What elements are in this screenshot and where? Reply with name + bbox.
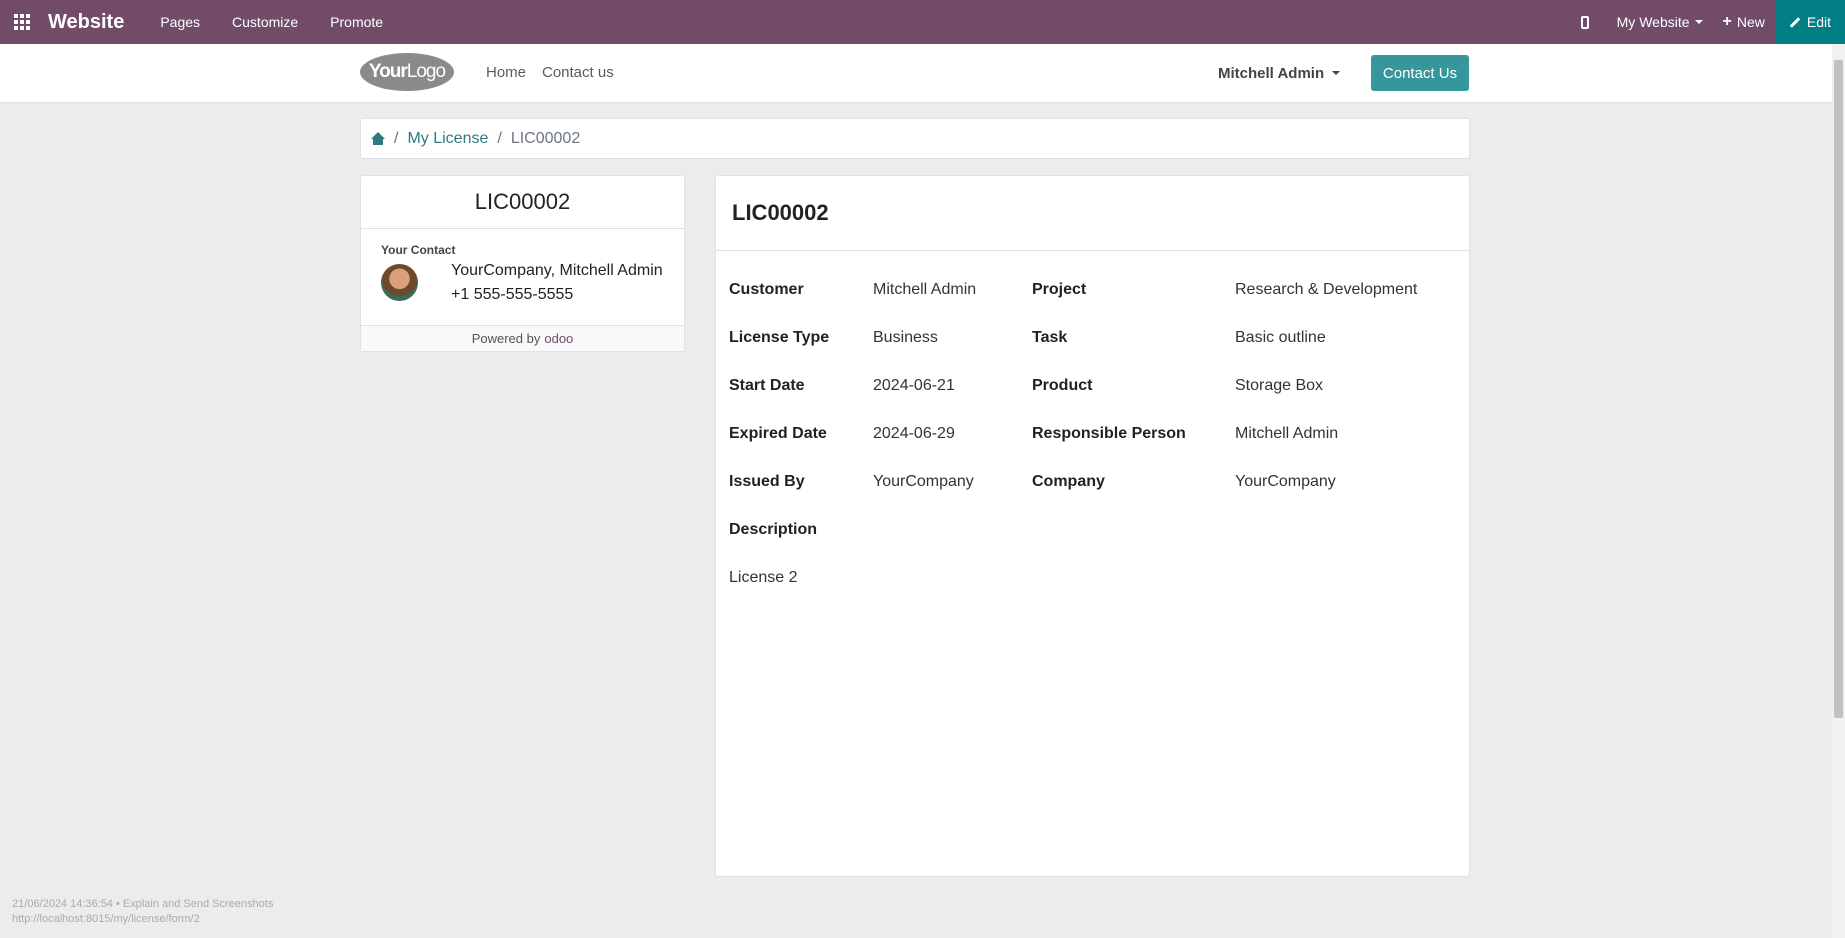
plus-icon: + (1722, 13, 1732, 30)
issued-by-value: YourCompany (873, 473, 974, 490)
odoo-logo[interactable]: odoo (544, 331, 573, 346)
expired-date-value: 2024-06-29 (873, 425, 955, 442)
chevron-down-icon (1694, 20, 1703, 24)
customer-value: Mitchell Admin (873, 281, 977, 298)
site-header: Your Logo Home Contact us Mitchell Admin … (0, 44, 1832, 102)
page-url: http://localhost:8015/my/license/form/2 (12, 913, 200, 925)
responsible-person-value: Mitchell Admin (1235, 425, 1339, 442)
contact-section: Your Contact YourCompany, Mitchell Admin… (361, 229, 684, 325)
product-value: Storage Box (1235, 377, 1324, 394)
edit-label: Edit (1806, 14, 1831, 30)
project-value: Research & Development (1235, 281, 1418, 298)
nav-contact-us[interactable]: Contact us (542, 44, 614, 102)
logo-text: Logo (406, 61, 446, 82)
customer-label: Customer (729, 281, 804, 298)
your-contact-label: Your Contact (381, 243, 456, 257)
license-type-label: License Type (729, 329, 830, 346)
logo-text-bold: Your (368, 61, 408, 82)
scrollbar-thumb[interactable] (1834, 60, 1843, 718)
odoo-logo-o: o (544, 331, 552, 346)
breadcrumb-separator: / (497, 129, 502, 147)
license-detail-card: LIC00002 Customer Mitchell Admin Project… (715, 175, 1470, 877)
license-summary-title: LIC00002 (361, 176, 684, 229)
company-label: Company (1032, 473, 1105, 490)
home-icon[interactable] (371, 131, 385, 146)
user-menu[interactable]: Mitchell Admin (1218, 44, 1341, 102)
task-label: Task (1032, 329, 1068, 346)
expired-date-label: Expired Date (729, 425, 827, 442)
task-value: Basic outline (1235, 329, 1326, 346)
breadcrumb-current: LIC00002 (510, 129, 581, 147)
chevron-down-icon (1332, 71, 1341, 75)
edit-button[interactable]: Edit (1774, 0, 1845, 44)
site-logo[interactable]: Your Logo (360, 53, 454, 91)
breadcrumb-my-license[interactable]: My License (407, 130, 488, 148)
company-value: YourCompany (1235, 473, 1336, 490)
page-scrollbar[interactable] (1832, 44, 1845, 938)
contact-phone: +1 555-555-5555 (451, 286, 574, 303)
apps-menu-icon[interactable] (0, 0, 44, 44)
menu-customize[interactable]: Customize (216, 0, 314, 44)
description-value: License 2 (729, 569, 798, 586)
license-title: LIC00002 (716, 176, 1469, 251)
breadcrumb-separator: / (394, 129, 399, 147)
issued-by-label: Issued By (729, 473, 805, 490)
contact-us-button[interactable]: Contact Us (1371, 55, 1469, 91)
menu-pages[interactable]: Pages (144, 0, 216, 44)
new-button[interactable]: + New (1713, 0, 1775, 44)
project-label: Project (1032, 281, 1087, 298)
menu-promote[interactable]: Promote (314, 0, 399, 44)
mobile-preview-icon[interactable] (1563, 0, 1607, 44)
screenshot-info: 21/06/2024 14:36:54 • Explain and Send S… (12, 898, 274, 910)
admin-navbar: Website Pages Customize Promote My Websi… (0, 0, 1845, 44)
description-label: Description (729, 521, 818, 538)
product-label: Product (1032, 377, 1093, 394)
avatar (381, 264, 418, 301)
my-website-dropdown[interactable]: My Website (1607, 0, 1713, 44)
powered-by-label: Powered by (471, 331, 541, 346)
start-date-value: 2024-06-21 (873, 377, 955, 394)
user-name: Mitchell Admin (1218, 64, 1325, 82)
license-summary-card: LIC00002 Your Contact YourCompany, Mitch… (360, 175, 685, 352)
nav-home[interactable]: Home (486, 44, 526, 102)
contact-name: YourCompany, Mitchell Admin (451, 262, 663, 279)
responsible-person-label: Responsible Person (1032, 425, 1186, 442)
odoo-logo-text: doo (551, 331, 574, 346)
license-type-value: Business (873, 329, 938, 346)
powered-by: Powered by odoo (361, 325, 684, 351)
breadcrumb: / My License / LIC00002 (360, 118, 1470, 159)
my-website-label: My Website (1616, 14, 1690, 30)
pencil-icon (1789, 16, 1801, 28)
start-date-label: Start Date (729, 377, 805, 394)
new-label: New (1736, 14, 1765, 30)
app-brand[interactable]: Website (48, 11, 124, 34)
